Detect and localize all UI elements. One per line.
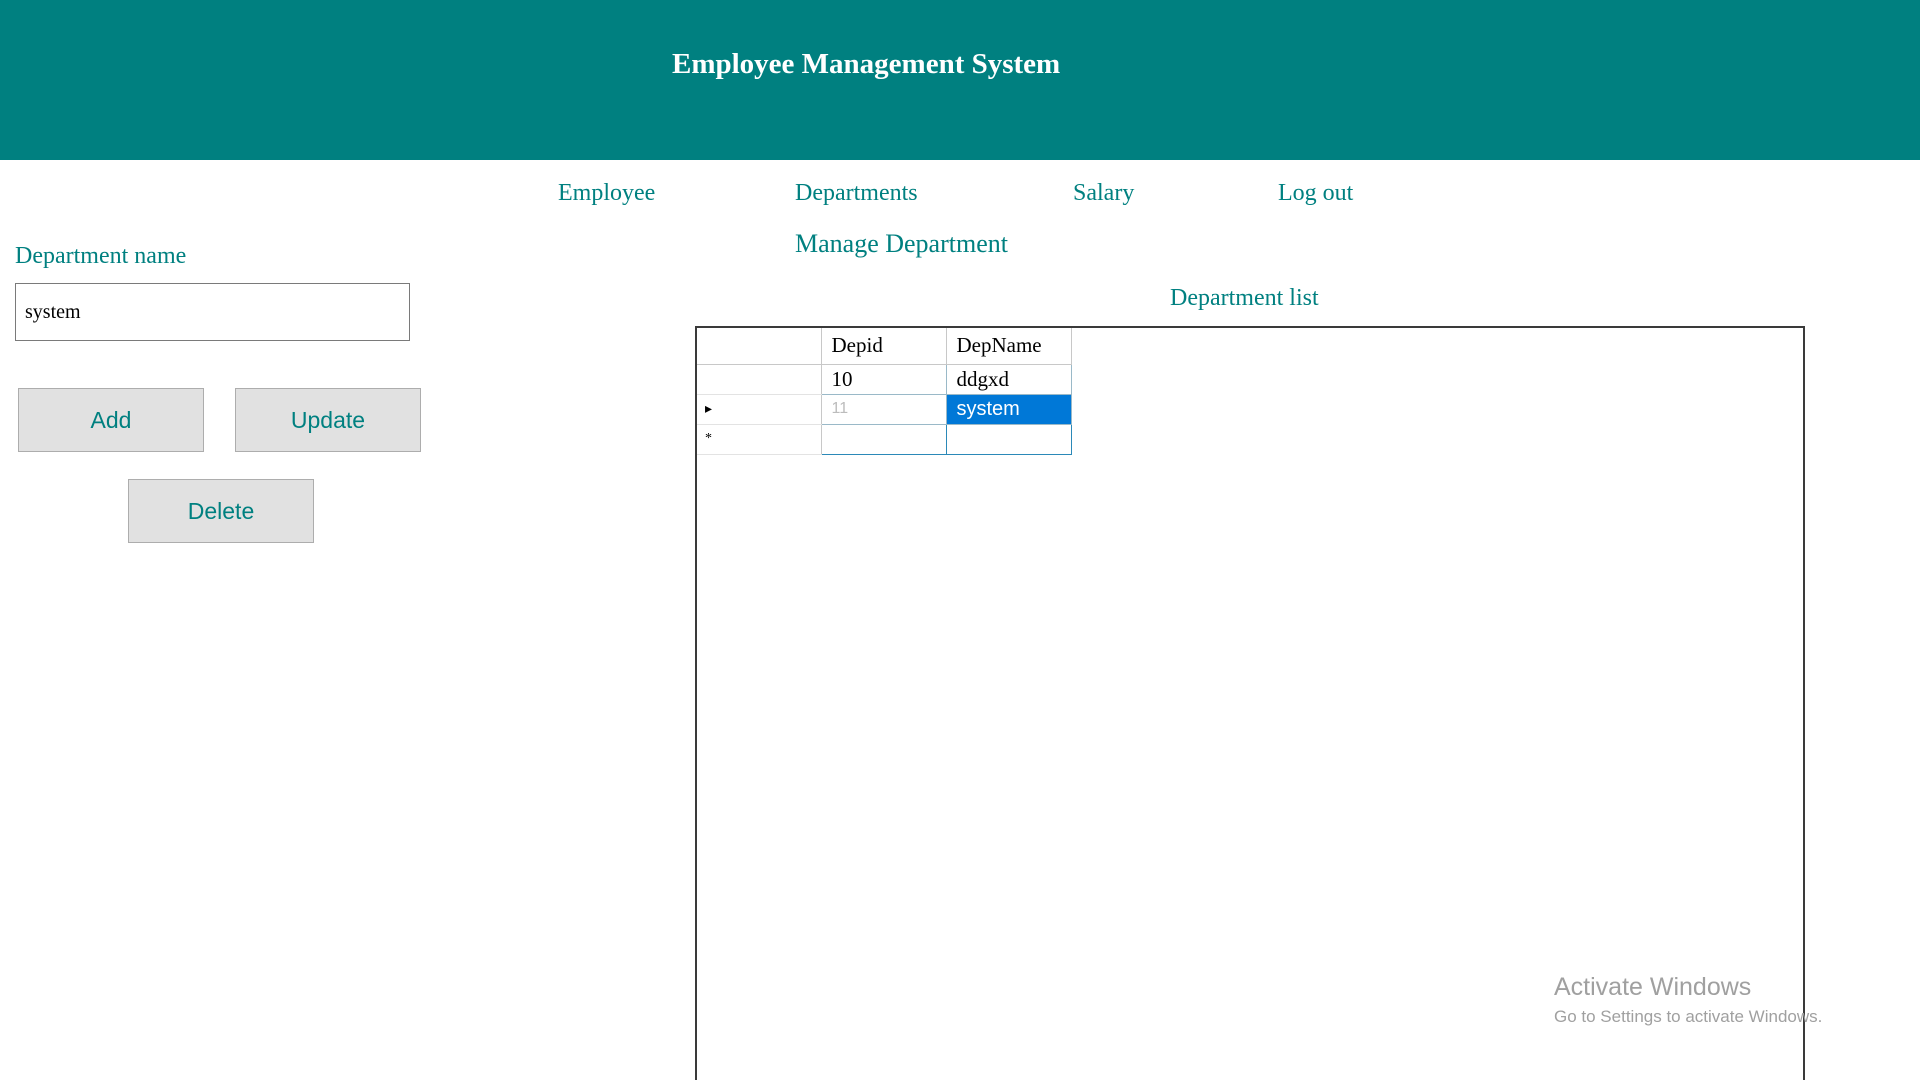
- current-row-indicator-icon[interactable]: ▸: [697, 394, 822, 425]
- table-row-current[interactable]: ▸ 11 system: [697, 393, 1072, 425]
- app-window: Employee Management System Employee Depa…: [0, 0, 1920, 1080]
- nav-salary[interactable]: Salary: [1073, 180, 1134, 207]
- nav-logout[interactable]: Log out: [1278, 180, 1353, 207]
- table-row-new[interactable]: *: [697, 423, 1072, 455]
- nav-employee[interactable]: Employee: [558, 180, 655, 207]
- new-row-indicator-icon[interactable]: *: [697, 424, 822, 455]
- app-title: Employee Management System: [672, 48, 1061, 80]
- column-header-depname[interactable]: DepName: [946, 328, 1072, 365]
- department-name-label: Department name: [15, 243, 187, 269]
- add-button[interactable]: Add: [18, 388, 204, 452]
- depname-cell-new[interactable]: [945, 423, 1072, 455]
- department-name-input[interactable]: [15, 283, 410, 341]
- depname-cell[interactable]: ddgxd: [945, 363, 1072, 395]
- nav-departments[interactable]: Departments: [795, 180, 918, 207]
- row-header-corner: [697, 328, 822, 365]
- header-bar: Employee Management System: [0, 0, 1920, 160]
- department-list-caption: Department list: [1170, 285, 1319, 311]
- row-header-cell[interactable]: [697, 364, 822, 395]
- activate-windows-subtitle: Go to Settings to activate Windows.: [1554, 1007, 1823, 1026]
- depid-cell[interactable]: 11: [820, 393, 947, 425]
- page-title: Manage Department: [795, 229, 1008, 258]
- activate-windows-title: Activate Windows: [1554, 973, 1752, 1001]
- depname-cell-selected[interactable]: system: [945, 393, 1072, 425]
- table-row[interactable]: 10 ddgxd: [697, 363, 1072, 395]
- depid-cell-new[interactable]: [820, 423, 947, 455]
- update-button[interactable]: Update: [235, 388, 421, 452]
- column-header-depid[interactable]: Depid: [821, 328, 947, 365]
- department-grid[interactable]: Depid DepName 10 ddgxd ▸ 11 system *: [695, 326, 1805, 1080]
- delete-button[interactable]: Delete: [128, 479, 314, 543]
- table-header-row: Depid DepName: [697, 328, 1072, 365]
- department-table: Depid DepName 10 ddgxd ▸ 11 system *: [697, 328, 1072, 455]
- depid-cell[interactable]: 10: [820, 363, 947, 395]
